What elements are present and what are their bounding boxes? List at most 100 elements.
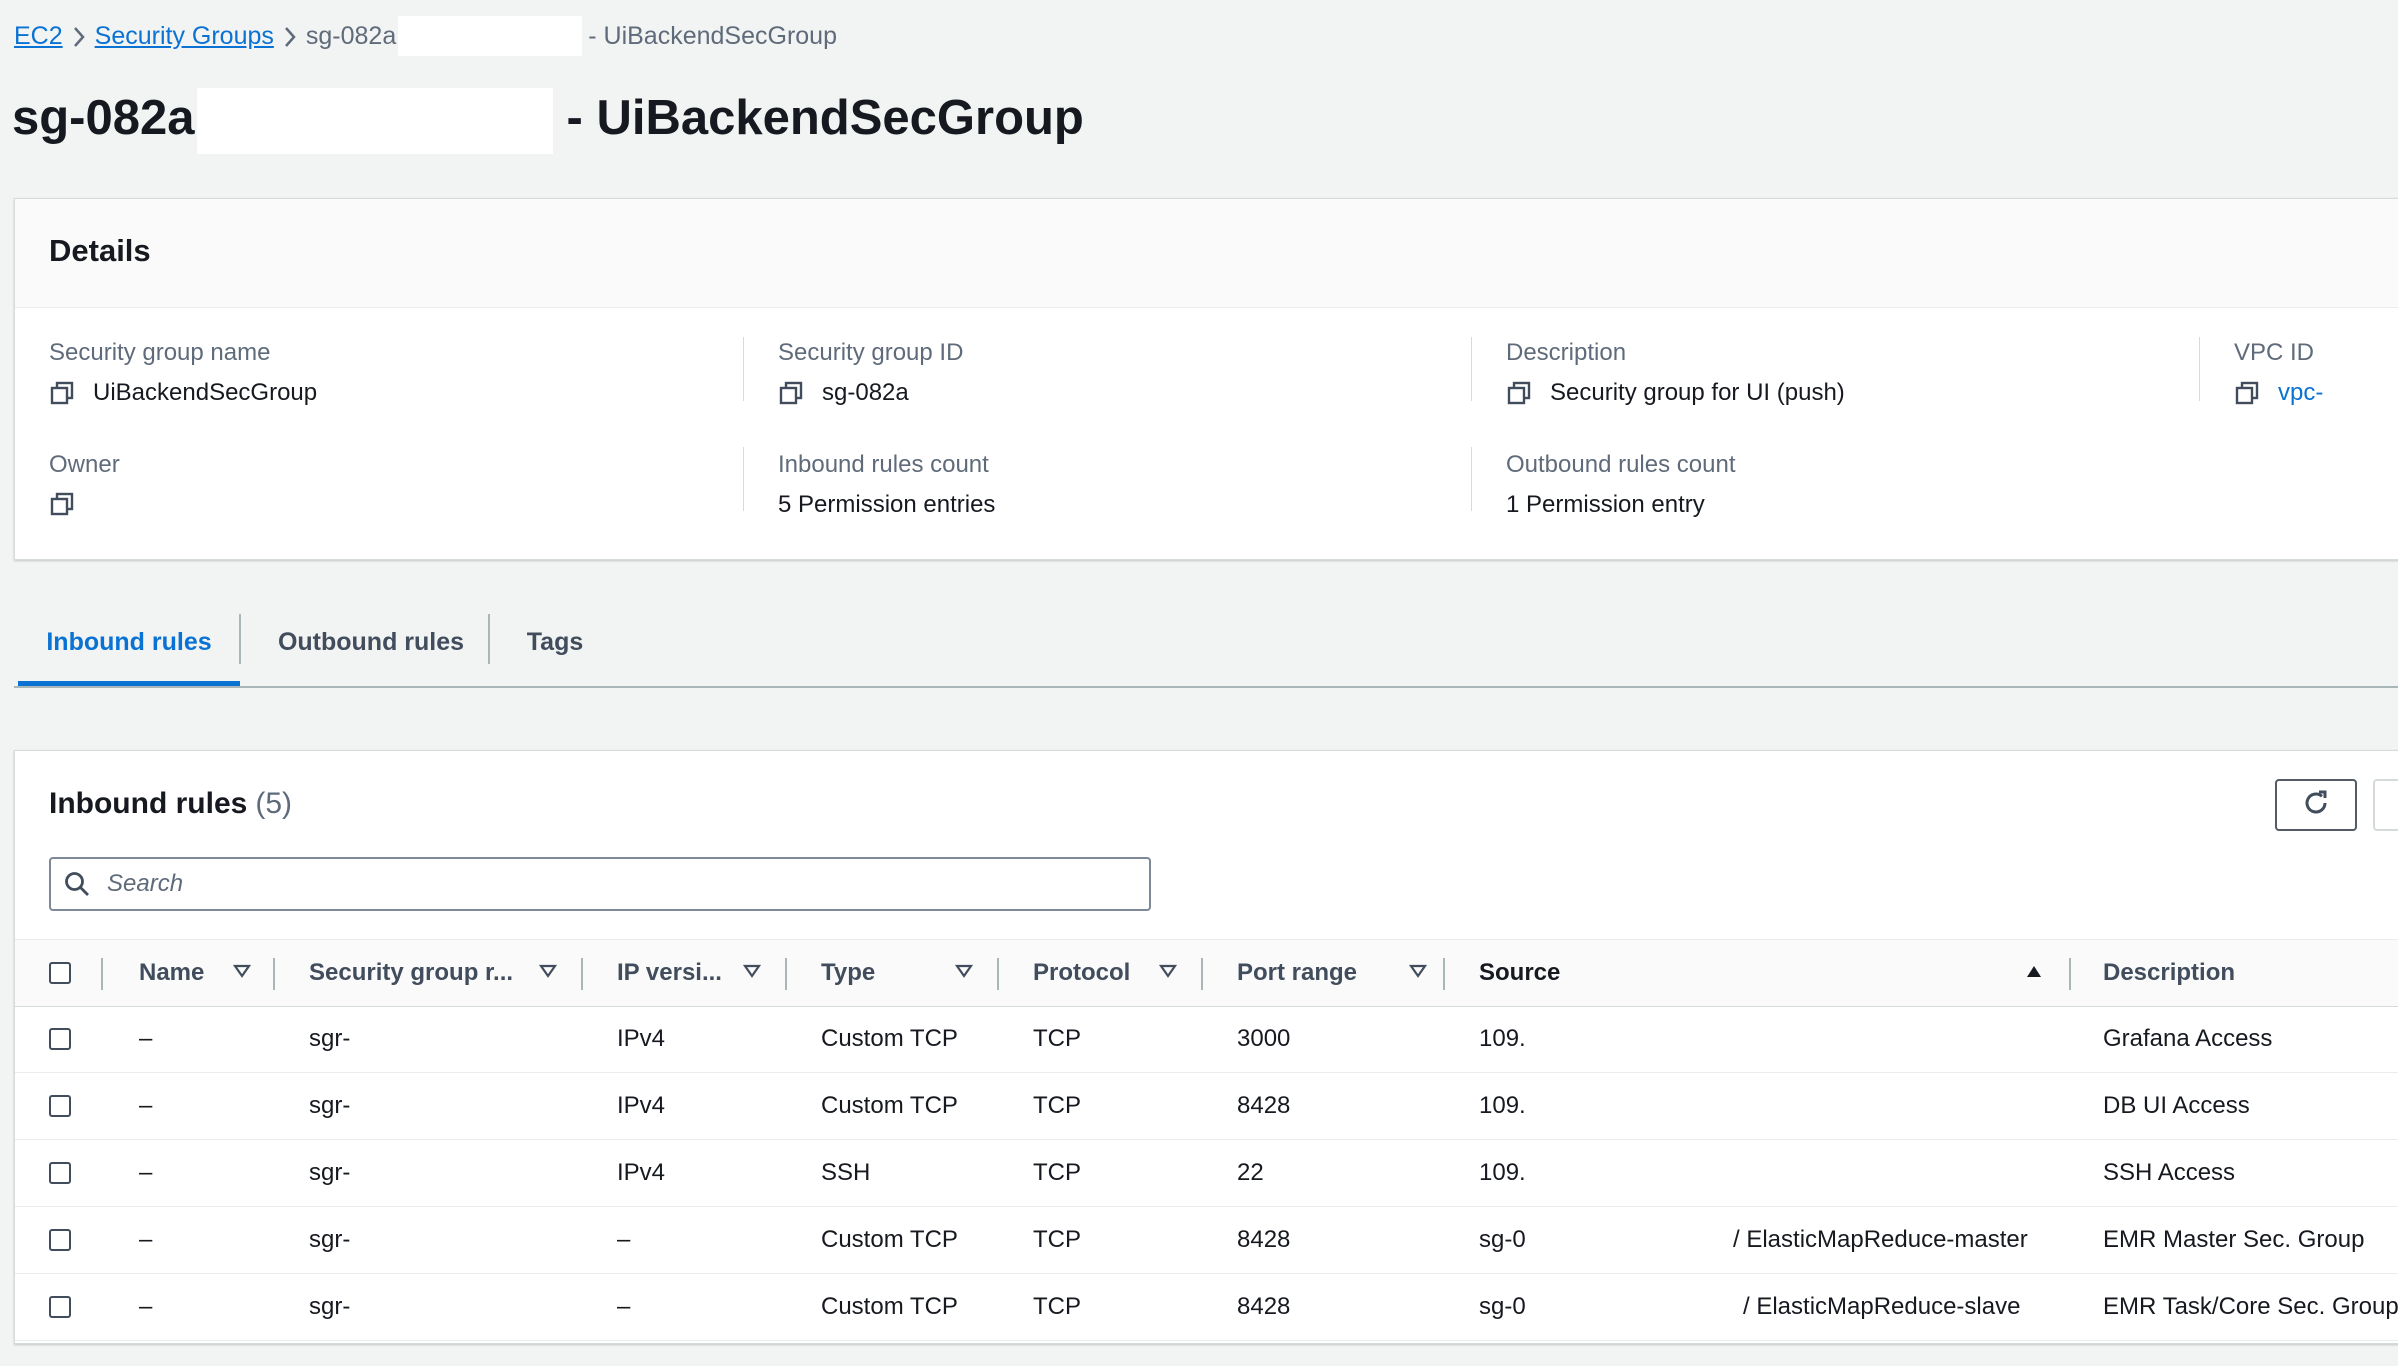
cell-sgr-id: sgr- xyxy=(309,1159,351,1186)
cell-protocol: TCP xyxy=(1033,1293,1081,1320)
table-row[interactable]: – sgr- IPv4 SSH TCP 22 109. SSH Access xyxy=(15,1140,2398,1207)
column-divider xyxy=(743,337,744,401)
table-row[interactable]: – sgr- IPv4 Custom TCP TCP 8428 109. DB … xyxy=(15,1073,2398,1140)
column-header-description[interactable]: Description xyxy=(2103,940,2235,1006)
tab-tags[interactable]: Tags xyxy=(490,600,620,684)
search-input[interactable] xyxy=(105,869,1109,899)
search-field[interactable] xyxy=(49,857,1151,911)
tab-divider xyxy=(239,614,241,664)
field-description: Description Security group for UI (push) xyxy=(1506,339,1845,407)
field-label: Security group name xyxy=(49,339,271,366)
cell-sgr-id: sgr- xyxy=(309,1025,351,1052)
row-checkbox[interactable] xyxy=(49,1028,71,1050)
cell-source: sg-0 xyxy=(1479,1293,1526,1320)
tab-bar: Inbound rules Outbound rules Tags xyxy=(14,600,2398,688)
cell-type: Custom TCP xyxy=(821,1092,958,1119)
table-row[interactable]: – sgr- IPv4 Custom TCP TCP 3000 109. Gra… xyxy=(15,1006,2398,1073)
column-divider xyxy=(2199,337,2200,401)
cell-name: – xyxy=(139,1293,153,1320)
vpc-link[interactable]: vpc- xyxy=(2278,379,2323,407)
copy-icon[interactable] xyxy=(1506,380,1532,406)
field-sg-id: Security group ID sg-082a xyxy=(778,339,963,407)
field-value: 5 Permission entries xyxy=(778,491,996,518)
column-header-ip-version[interactable]: IP versi... xyxy=(617,940,722,1006)
cell-port-range: 8428 xyxy=(1237,1226,1291,1253)
inbound-rules-title: Inbound rules (5) xyxy=(49,787,292,821)
copy-icon[interactable] xyxy=(49,491,75,517)
cell-protocol: TCP xyxy=(1033,1025,1081,1052)
tab-inbound-rules[interactable]: Inbound rules xyxy=(18,600,240,686)
cell-port-range: 8428 xyxy=(1237,1293,1291,1320)
refresh-icon xyxy=(2300,787,2332,824)
cell-description: EMR Task/Core Sec. Group xyxy=(2103,1293,2398,1320)
cell-source: 109. xyxy=(1479,1025,1526,1052)
copy-icon[interactable] xyxy=(2234,380,2260,406)
table-row[interactable]: – sgr- – Custom TCP TCP 8428 sg-0 / Elas… xyxy=(15,1207,2398,1274)
breadcrumb: EC2 Security Groups sg-082a - UiBackendS… xyxy=(14,16,837,56)
table-row[interactable]: – sgr- – Custom TCP TCP 8428 sg-0 / Elas… xyxy=(15,1274,2398,1341)
redacted-block xyxy=(398,16,583,56)
column-divider xyxy=(1471,447,1472,511)
cell-type: Custom TCP xyxy=(821,1226,958,1253)
column-header-name[interactable]: Name xyxy=(139,940,204,1006)
column-divider xyxy=(273,958,275,990)
sort-caret-icon[interactable] xyxy=(1409,962,1427,980)
breadcrumb-security-groups-link[interactable]: Security Groups xyxy=(95,22,274,51)
details-header: Details xyxy=(15,199,2398,308)
column-divider xyxy=(1443,958,1445,990)
field-label: Inbound rules count xyxy=(778,451,989,478)
cell-name: – xyxy=(139,1159,153,1186)
field-label: Description xyxy=(1506,339,1627,366)
cell-type: Custom TCP xyxy=(821,1025,958,1052)
cell-source: sg-0 xyxy=(1479,1226,1526,1253)
copy-icon[interactable] xyxy=(778,380,804,406)
cell-protocol: TCP xyxy=(1033,1226,1081,1253)
column-divider xyxy=(581,958,583,990)
cell-sgr-id: sgr- xyxy=(309,1092,351,1119)
cell-source-extra: / ElasticMapReduce-slave xyxy=(1743,1293,2021,1320)
sort-caret-icon[interactable] xyxy=(539,962,557,980)
field-label: Owner xyxy=(49,451,120,478)
sort-caret-icon[interactable] xyxy=(955,962,973,980)
column-header-source[interactable]: Source xyxy=(1479,940,1560,1006)
field-label: Security group ID xyxy=(778,339,964,366)
cell-description: EMR Master Sec. Group xyxy=(2103,1226,2365,1253)
column-header-type[interactable]: Type xyxy=(821,940,875,1006)
sort-ascending-icon[interactable] xyxy=(2025,962,2043,980)
select-all-checkbox[interactable] xyxy=(49,962,71,984)
table-header: Name Security group r... IP versi... Typ… xyxy=(15,939,2398,1007)
tab-outbound-rules[interactable]: Outbound rules xyxy=(242,600,500,684)
actions-button[interactable] xyxy=(2373,779,2398,831)
column-divider xyxy=(785,958,787,990)
sort-caret-icon[interactable] xyxy=(743,962,761,980)
column-header-port-range[interactable]: Port range xyxy=(1237,940,1357,1006)
cell-ip-version: IPv4 xyxy=(617,1025,666,1052)
row-checkbox[interactable] xyxy=(49,1229,71,1251)
row-checkbox[interactable] xyxy=(49,1095,71,1117)
sort-caret-icon[interactable] xyxy=(233,962,251,980)
cell-source-extra: / ElasticMapReduce-master xyxy=(1733,1226,2028,1253)
refresh-button[interactable] xyxy=(2275,779,2357,831)
row-checkbox[interactable] xyxy=(49,1162,71,1184)
field-inbound-count: Inbound rules count 5 Permission entries xyxy=(778,451,995,519)
cell-port-range: 22 xyxy=(1237,1159,1264,1186)
cell-sgr-id: sgr- xyxy=(309,1226,351,1253)
chevron-right-icon xyxy=(63,22,95,51)
row-checkbox[interactable] xyxy=(49,1296,71,1318)
field-value: sg-082a xyxy=(822,379,909,406)
column-divider xyxy=(101,958,103,990)
column-header-protocol[interactable]: Protocol xyxy=(1033,940,1130,1006)
field-sg-name: Security group name UiBackendSecGroup xyxy=(49,339,317,407)
cell-type: SSH xyxy=(821,1159,871,1186)
copy-icon[interactable] xyxy=(49,380,75,406)
field-value: UiBackendSecGroup xyxy=(93,379,318,406)
inbound-rules-count: (5) xyxy=(255,787,292,820)
column-header-sgr[interactable]: Security group r... xyxy=(309,940,513,1006)
cell-protocol: TCP xyxy=(1033,1159,1081,1186)
field-outbound-count: Outbound rules count 1 Permission entry xyxy=(1506,451,1736,519)
cell-port-range: 8428 xyxy=(1237,1092,1291,1119)
sort-caret-icon[interactable] xyxy=(1159,962,1177,980)
field-value: Security group for UI (push) xyxy=(1550,379,1845,406)
breadcrumb-ec2-link[interactable]: EC2 xyxy=(14,22,63,51)
cell-description: Grafana Access xyxy=(2103,1025,2273,1052)
